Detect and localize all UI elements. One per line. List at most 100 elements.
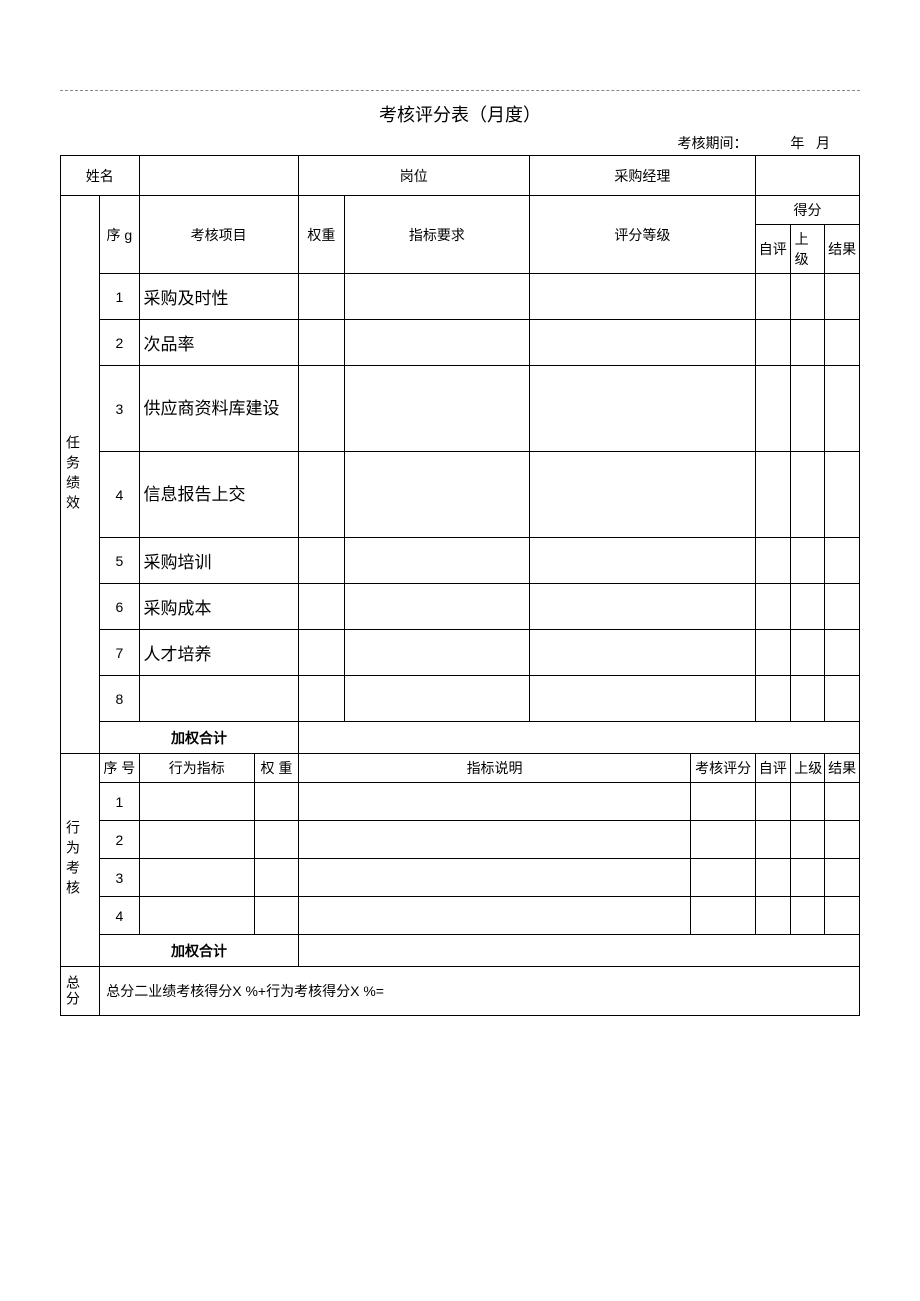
behavior-row-no: 4 (100, 897, 139, 935)
behavior-row-score (691, 821, 756, 859)
task-header-score: 得分 (755, 196, 859, 225)
behavior-row-indicator (139, 783, 254, 821)
task-row-result (825, 630, 860, 676)
task-row-requirement (344, 538, 529, 584)
behavior-row-indicator (139, 897, 254, 935)
task-row: 4 信息报告上交 (61, 452, 860, 538)
behavior-header-superior: 上级 (790, 754, 825, 783)
task-row-weight (298, 320, 344, 366)
total-label: 总分 (61, 967, 100, 1016)
task-row: 8 (61, 676, 860, 722)
behavior-row-description (298, 821, 691, 859)
behavior-row: 3 (61, 859, 860, 897)
total-formula: 总分二业绩考核得分X %+行为考核得分X %= (100, 967, 860, 1016)
period-year-unit: 年 (790, 135, 804, 151)
task-row-no: 6 (100, 584, 139, 630)
task-row-item (139, 676, 298, 722)
task-header-weight: 权重 (298, 196, 344, 274)
behavior-row-score (691, 783, 756, 821)
behavior-row-self (755, 897, 790, 935)
behavior-header-weight: 权 重 (254, 754, 298, 783)
task-row-grade (529, 584, 755, 630)
task-row-self (755, 452, 790, 538)
task-row-result (825, 320, 860, 366)
task-header-grade: 评分等级 (529, 196, 755, 274)
task-row-weight (298, 452, 344, 538)
task-row: 3 供应商资料库建设 (61, 366, 860, 452)
period-label: 考核期间： (678, 135, 748, 151)
task-row-weight (298, 584, 344, 630)
behavior-row-superior (790, 821, 825, 859)
task-row-self (755, 366, 790, 452)
behavior-row-result (825, 859, 860, 897)
task-row-superior (790, 320, 825, 366)
behavior-row-self (755, 859, 790, 897)
behavior-subtotal-label: 加权合计 (100, 935, 299, 967)
task-row-result (825, 584, 860, 630)
task-row-weight (298, 676, 344, 722)
task-header-result: 结果 (825, 225, 860, 274)
task-row-requirement (344, 366, 529, 452)
task-row-self (755, 584, 790, 630)
task-row-grade (529, 366, 755, 452)
name-value (139, 156, 298, 196)
task-row-grade (529, 274, 755, 320)
task-header-requirement: 指标要求 (344, 196, 529, 274)
task-row-superior (790, 676, 825, 722)
period-row: 考核期间： 年 月 (60, 133, 860, 153)
task-row-result (825, 452, 860, 538)
info-blank (755, 156, 859, 196)
task-subtotal-label: 加权合计 (100, 722, 299, 754)
task-row-weight (298, 630, 344, 676)
task-row-requirement (344, 676, 529, 722)
behavior-row: 2 (61, 821, 860, 859)
task-row-item: 信息报告上交 (139, 452, 298, 538)
task-row-no: 5 (100, 538, 139, 584)
task-row: 2 次品率 (61, 320, 860, 366)
behavior-row-result (825, 821, 860, 859)
task-row: 6 采购成本 (61, 584, 860, 630)
task-row-grade (529, 320, 755, 366)
task-row-superior (790, 584, 825, 630)
task-row-weight (298, 274, 344, 320)
behavior-row-indicator (139, 821, 254, 859)
position-label: 岗位 (298, 156, 529, 196)
task-row-no: 7 (100, 630, 139, 676)
task-row-grade (529, 630, 755, 676)
behavior-row-weight (254, 821, 298, 859)
task-header-item: 考核项目 (139, 196, 298, 274)
behavior-row-superior (790, 897, 825, 935)
behavior-row-description (298, 783, 691, 821)
task-row-grade (529, 676, 755, 722)
task-row-item: 采购成本 (139, 584, 298, 630)
task-row-weight (298, 538, 344, 584)
task-row-superior (790, 538, 825, 584)
behavior-row-score (691, 897, 756, 935)
behavior-row-no: 2 (100, 821, 139, 859)
behavior-row-no: 1 (100, 783, 139, 821)
behavior-row: 1 (61, 783, 860, 821)
behavior-header-result: 结果 (825, 754, 860, 783)
behavior-row-indicator (139, 859, 254, 897)
task-header-superior: 上级 (790, 225, 825, 274)
task-row-requirement (344, 630, 529, 676)
task-row-requirement (344, 274, 529, 320)
total-row: 总分 总分二业绩考核得分X %+行为考核得分X %= (61, 967, 860, 1016)
task-group-label: 任务绩效 (61, 196, 100, 754)
task-row-no: 2 (100, 320, 139, 366)
task-row-item: 采购及时性 (139, 274, 298, 320)
behavior-row-weight (254, 897, 298, 935)
task-row-self (755, 274, 790, 320)
info-row: 姓名 岗位 采购经理 (61, 156, 860, 196)
behavior-group-label: 行为考核 (61, 754, 100, 967)
page-title: 考核评分表（月度） (60, 101, 860, 127)
task-subtotal-value (298, 722, 859, 754)
task-subtotal-row: 加权合计 (61, 722, 860, 754)
task-header-seq: 序 g (100, 196, 139, 274)
behavior-row-self (755, 821, 790, 859)
behavior-row-superior (790, 859, 825, 897)
behavior-row-result (825, 897, 860, 935)
period-month-unit: 月 (816, 135, 830, 151)
behavior-header-indicator: 行为指标 (139, 754, 254, 783)
task-row-requirement (344, 452, 529, 538)
